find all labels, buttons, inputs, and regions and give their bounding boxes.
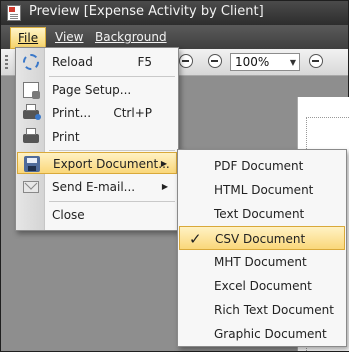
reload-icon [23, 54, 39, 70]
app-icon [7, 5, 21, 21]
export-submenu: PDF Document HTML Document Text Document… [177, 149, 347, 347]
submenu-item-label: PDF Document [214, 159, 304, 173]
zoom-in-icon[interactable] [309, 54, 323, 68]
zoom-out-icon[interactable] [208, 54, 222, 68]
print-dialog-icon [23, 104, 41, 120]
chevron-down-icon[interactable]: ▼ [290, 55, 296, 71]
submenu-arrow-icon: ▶ [161, 182, 168, 191]
submenu-item-mht[interactable]: MHT Document [179, 250, 345, 274]
title-bar[interactable]: Preview [Expense Activity by Client] [1, 1, 348, 25]
preview-window: Preview [Expense Activity by Client] Fil… [0, 0, 349, 352]
menu-background[interactable]: Background [95, 30, 167, 44]
menu-item-label: Print... [52, 106, 92, 120]
zoom-tool-icon[interactable] [179, 54, 193, 68]
menu-item-print-dialog[interactable]: Print... Ctrl+P [17, 102, 177, 124]
menu-item-label: Page Setup... [52, 83, 132, 97]
submenu-item-html[interactable]: HTML Document [179, 178, 345, 202]
menu-item-label: Send E-mail... [52, 180, 136, 194]
menu-item-export-document[interactable]: Export Document... ▶ [17, 152, 177, 174]
menu-item-label: Export Document... [53, 157, 170, 171]
menu-separator [49, 150, 175, 151]
export-icon [24, 156, 40, 172]
page-setup-icon [23, 82, 40, 99]
menu-separator [49, 201, 175, 202]
menu-view[interactable]: View [55, 30, 83, 44]
window-title: Preview [Expense Activity by Client] [29, 4, 264, 19]
menu-item-print[interactable]: Print [17, 126, 177, 148]
menu-item-close[interactable]: Close [17, 204, 177, 226]
submenu-item-label: Rich Text Document [214, 303, 334, 317]
submenu-item-graphic[interactable]: Graphic Document [179, 322, 345, 346]
menu-item-label: Print [52, 130, 80, 144]
submenu-item-label: Graphic Document [214, 327, 327, 341]
menu-item-shortcut: Ctrl+P [113, 106, 152, 120]
menu-item-label: Close [52, 208, 85, 222]
menu-bar: File View Background [1, 25, 348, 49]
file-menu: Reload F5 Page Setup... Print... Ctrl+P … [15, 47, 179, 231]
submenu-item-rich-text[interactable]: Rich Text Document [179, 298, 345, 322]
submenu-item-label: Excel Document [214, 279, 312, 293]
menu-item-send-email[interactable]: Send E-mail... ▶ [17, 176, 177, 198]
submenu-item-label: Text Document [214, 207, 305, 221]
menu-separator [49, 76, 175, 77]
print-icon [23, 128, 39, 143]
menu-item-reload[interactable]: Reload F5 [17, 51, 177, 73]
menu-item-label: Reload [52, 55, 93, 69]
email-icon [23, 181, 39, 193]
submenu-item-label: HTML Document [214, 183, 314, 197]
zoom-value: 100% [235, 55, 270, 69]
toolbar-grip-icon[interactable] [5, 55, 8, 69]
submenu-arrow-icon: ▶ [160, 159, 167, 168]
menu-item-shortcut: F5 [137, 55, 152, 69]
menu-file[interactable]: File [10, 27, 47, 49]
menu-item-page-setup[interactable]: Page Setup... [17, 79, 177, 101]
submenu-item-pdf[interactable]: PDF Document [179, 154, 345, 178]
checkmark-icon: ✓ [189, 230, 202, 248]
submenu-item-label: CSV Document [215, 232, 306, 246]
submenu-item-csv[interactable]: ✓ CSV Document [179, 226, 345, 250]
submenu-item-excel[interactable]: Excel Document [179, 274, 345, 298]
submenu-item-text[interactable]: Text Document [179, 202, 345, 226]
zoom-combobox[interactable]: 100% ▼ [230, 53, 300, 71]
submenu-item-label: MHT Document [214, 255, 307, 269]
